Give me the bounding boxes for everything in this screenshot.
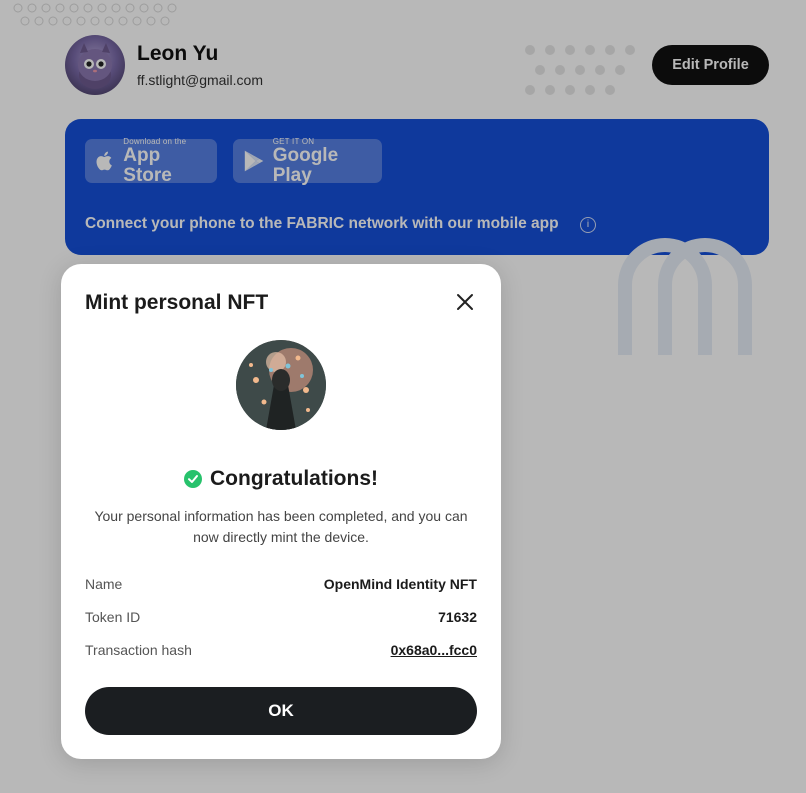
nft-image — [236, 340, 326, 430]
detail-label: Transaction hash — [85, 642, 192, 658]
ok-button[interactable]: OK — [85, 687, 477, 735]
transaction-hash-link[interactable]: 0x68a0...fcc0 — [391, 642, 477, 658]
dialog-description: Your personal information has been compl… — [94, 508, 468, 545]
dialog-title: Mint personal NFT — [85, 291, 269, 314]
detail-label: Name — [85, 576, 123, 592]
detail-value: 71632 — [438, 609, 477, 625]
congratulations-text: Congratulations! — [210, 467, 378, 490]
mint-nft-dialog: Mint personal NFT Congratulations! Your … — [61, 264, 501, 759]
close-icon[interactable] — [453, 290, 477, 314]
detail-row-name: Name OpenMind Identity NFT — [85, 576, 477, 592]
detail-row-token-id: Token ID 71632 — [85, 609, 477, 625]
detail-value: OpenMind Identity NFT — [323, 576, 477, 592]
check-circle-icon — [184, 470, 202, 488]
congratulations-heading: Congratulations! — [61, 467, 501, 491]
detail-row-transaction-hash: Transaction hash 0x68a0...fcc0 — [85, 642, 477, 658]
detail-label: Token ID — [85, 609, 141, 625]
